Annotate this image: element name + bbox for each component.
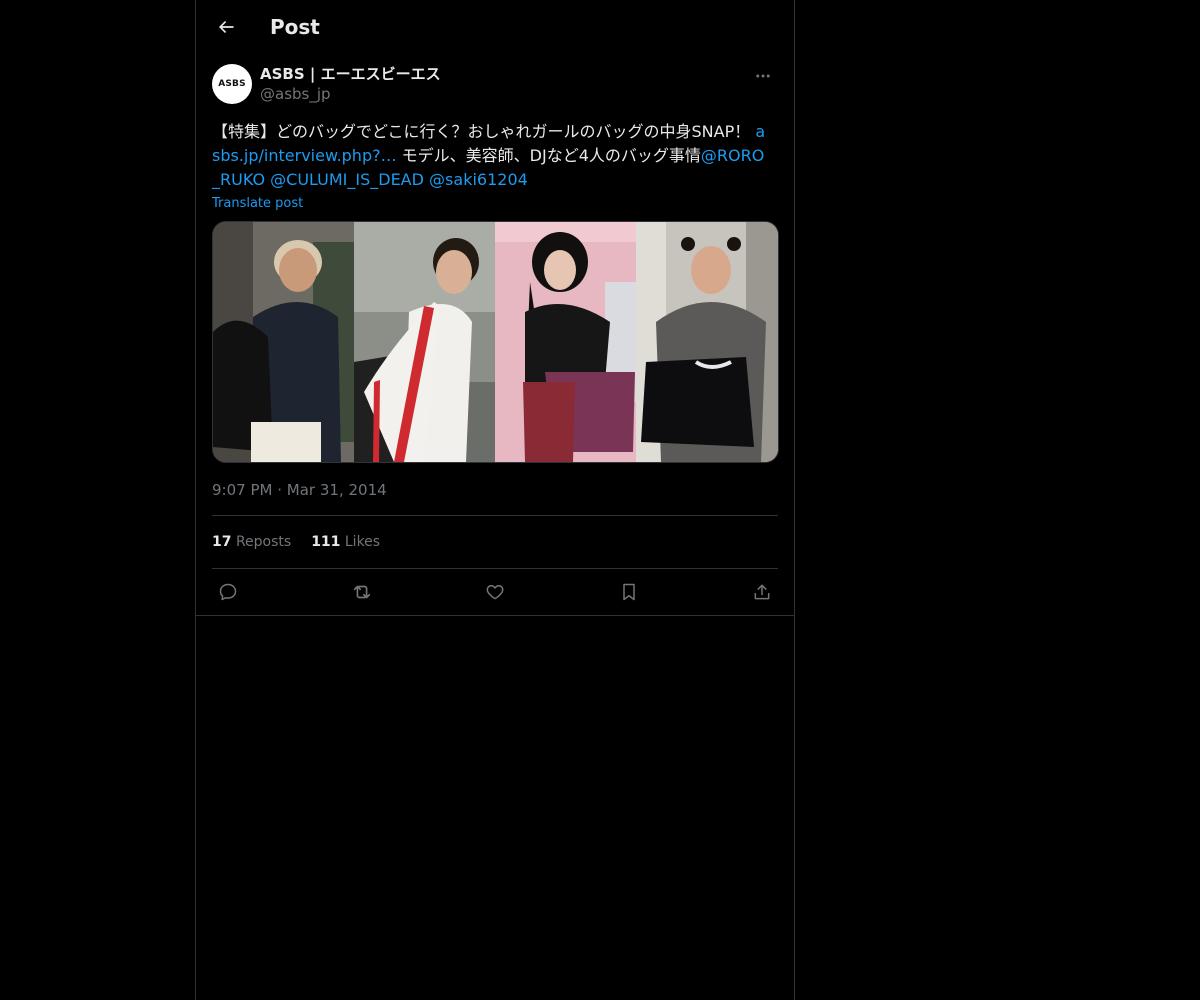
- avatar-logo-text: ASBS: [218, 79, 246, 89]
- reply-button[interactable]: [216, 580, 240, 604]
- post-text: 【特集】どのバッグでどこに行く？おしゃれガールのバッグの中身SNAP！ asbs…: [212, 120, 772, 192]
- likes-stat[interactable]: 111 Likes: [311, 534, 380, 550]
- timestamp-date: Mar 31, 2014: [286, 481, 387, 499]
- post: ASBS ASBS | エーエスビーエス @asbs_jp 【特集】どのバッグで…: [196, 54, 794, 616]
- media-photo[interactable]: [636, 222, 778, 462]
- reposts-stat[interactable]: 17 Reposts: [212, 534, 291, 550]
- author-handle[interactable]: @asbs_jp: [260, 84, 748, 104]
- share-button[interactable]: [750, 580, 774, 604]
- photo-person-4: [636, 222, 778, 462]
- more-options-button[interactable]: [748, 64, 778, 88]
- timestamp-separator: ·: [277, 481, 283, 499]
- author-names: ASBS | エーエスビーエス @asbs_jp: [260, 64, 748, 104]
- avatar[interactable]: ASBS: [212, 64, 252, 104]
- like-button[interactable]: [483, 580, 507, 604]
- likes-count: 111: [311, 534, 341, 550]
- bookmark-button[interactable]: [617, 580, 641, 604]
- share-icon: [754, 584, 770, 600]
- post-media[interactable]: [212, 221, 779, 463]
- media-photo[interactable]: [354, 222, 495, 462]
- translate-post-link[interactable]: Translate post: [212, 196, 303, 211]
- likes-label: Likes: [344, 534, 381, 550]
- reposts-count: 17: [212, 534, 232, 550]
- post-text-part2: モデル、美容師、DJなど4人のバッグ事情: [396, 146, 701, 165]
- author-display-name[interactable]: ASBS | エーエスビーエス: [260, 64, 748, 84]
- post-actions: [212, 569, 778, 615]
- post-bottom-border: [196, 615, 794, 616]
- page-header: Post: [196, 0, 794, 54]
- media-photo[interactable]: [213, 222, 354, 462]
- post-text-part1: 【特集】どのバッグでどこに行く？おしゃれガールのバッグの中身SNAP！: [212, 122, 756, 141]
- mention-link[interactable]: @CULUMI_IS_DEAD: [270, 170, 424, 189]
- page-title: Post: [270, 15, 320, 39]
- post-column: Post ASBS ASBS | エーエスビーエス @asbs_jp 【特集】ど…: [195, 0, 795, 1000]
- arrow-left-icon: [219, 21, 234, 33]
- media-photo[interactable]: [495, 222, 636, 462]
- bookmark-icon: [622, 583, 635, 601]
- like-icon: [486, 585, 504, 600]
- photo-person-3: [495, 222, 636, 462]
- back-button[interactable]: [214, 15, 238, 39]
- more-horizontal-icon: [756, 74, 770, 78]
- reposts-label: Reposts: [235, 534, 292, 550]
- timestamp-time: 9:07 PM: [212, 481, 273, 499]
- photo-person-2: [354, 222, 495, 462]
- post-stats: 17 Reposts 111 Likes: [212, 516, 778, 568]
- reply-icon: [219, 583, 237, 601]
- post-timestamp[interactable]: 9:07 PM · Mar 31, 2014: [212, 481, 778, 499]
- repost-icon: [353, 585, 370, 599]
- photo-person-1: [213, 222, 354, 462]
- mention-link[interactable]: @saki61204: [429, 170, 528, 189]
- author-row: ASBS ASBS | エーエスビーエス @asbs_jp: [212, 64, 778, 106]
- repost-button[interactable]: [350, 580, 374, 604]
